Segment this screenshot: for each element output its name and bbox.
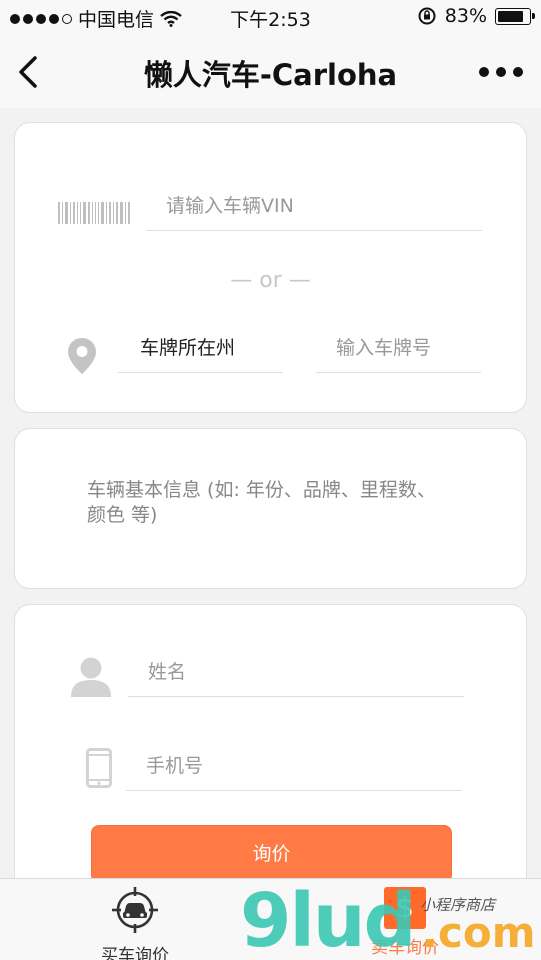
phone-input[interactable]: 手机号 — [126, 751, 462, 791]
barcode-icon — [58, 202, 130, 224]
battery-fill — [498, 10, 523, 22]
contact-card: 姓名 手机号 询价 — [14, 604, 527, 904]
more-options-icon[interactable] — [479, 60, 523, 84]
tab-buy-inquiry[interactable]: 买车询价 — [65, 887, 205, 960]
orientation-lock-icon — [418, 7, 436, 25]
battery-percent: 83% — [444, 5, 487, 27]
vehicle-info-card: 车辆基本信息 (如: 年份、品牌、里程数、颜色 等) — [14, 428, 527, 589]
plate-region-select[interactable]: 车牌所在州 — [118, 333, 283, 373]
tab-label-buy: 买车询价 — [101, 946, 169, 960]
vin-input[interactable]: 请输入车辆VIN — [146, 191, 482, 231]
location-pin-icon — [68, 338, 96, 374]
page-title: 懒人汽车-Carloha — [143, 58, 398, 92]
status-bar: 中国电信 下午2:53 83% — [0, 0, 541, 36]
tab-label-sell: 卖车询价 — [371, 938, 439, 958]
plate-number-input[interactable]: 输入车牌号 — [316, 333, 481, 373]
vehicle-id-card: 请输入车辆VIN — or — 车牌所在州 输入车牌号 — [14, 122, 527, 413]
tab-sell-inquiry[interactable]: $ 卖车询价 — [335, 887, 475, 958]
or-divider: — or — — [230, 268, 311, 293]
phone-icon — [86, 748, 112, 788]
inquiry-submit-button[interactable]: 询价 — [91, 825, 452, 883]
dollar-icon: $ — [384, 887, 426, 929]
name-input[interactable]: 姓名 — [128, 657, 464, 697]
nav-bar: 懒人汽车-Carloha — [0, 36, 541, 108]
car-target-icon — [112, 887, 158, 933]
tab-bar: 买车询价 $ 卖车询价 — [0, 878, 541, 960]
battery-icon — [495, 7, 535, 25]
user-icon — [71, 657, 111, 697]
status-right: 83% — [417, 5, 535, 27]
vehicle-info-textarea[interactable]: 车辆基本信息 (如: 年份、品牌、里程数、颜色 等) — [87, 478, 447, 528]
